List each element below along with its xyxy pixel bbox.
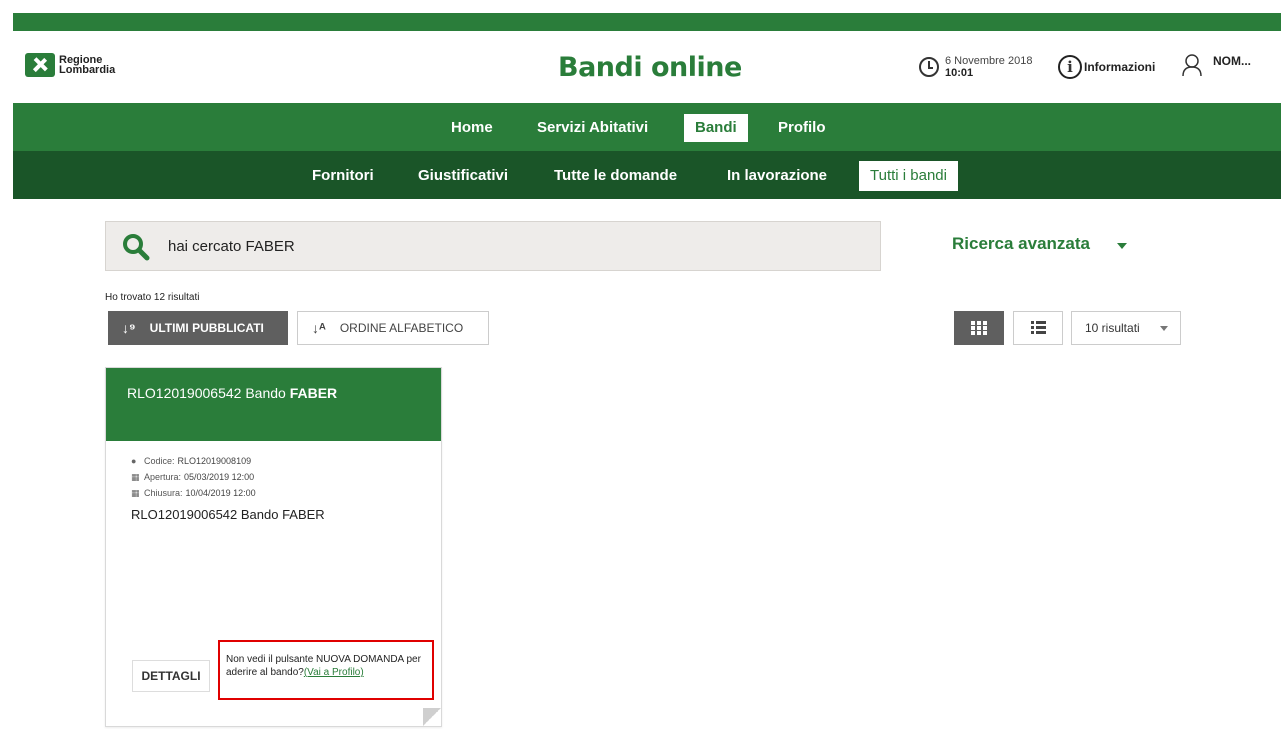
code-label: Codice: bbox=[144, 456, 175, 466]
grid-view-button[interactable] bbox=[954, 311, 1004, 345]
info-label: Informazioni bbox=[1084, 60, 1156, 74]
top-accent-bar bbox=[13, 13, 1281, 31]
calendar-icon: ▦ bbox=[131, 472, 140, 482]
advanced-search-toggle[interactable]: Ricerca avanzata bbox=[952, 234, 1090, 254]
header: Regione Lombardia Bandi online 6 Novembr… bbox=[13, 31, 1281, 103]
logo-text-line2: Lombardia bbox=[59, 64, 116, 76]
sort-numeric-icon: ↓⁹ bbox=[122, 320, 136, 336]
sub-nav: Fornitori Giustificativi Tutte le domand… bbox=[13, 151, 1281, 199]
card-code: ● Codice: RLO12019008109 bbox=[131, 453, 441, 469]
user-name: NOM... bbox=[1213, 54, 1251, 68]
info-icon: i bbox=[1058, 55, 1082, 79]
tag-icon: ● bbox=[131, 456, 137, 466]
sort-alphabetical-button[interactable]: ↓ᴬ ORDINE ALFABETICO bbox=[297, 311, 489, 345]
sort-latest-button[interactable]: ↓⁹ ULTIMI PUBBLICATI bbox=[108, 311, 288, 345]
app-title: Bandi online bbox=[558, 52, 742, 83]
date-time: 6 Novembre 2018 10:01 bbox=[919, 55, 1032, 79]
list-icon bbox=[1031, 321, 1046, 334]
page-fold-decoration bbox=[423, 708, 441, 726]
user-menu[interactable]: NOM... bbox=[1181, 53, 1251, 77]
go-to-profile-link[interactable]: (Vai a Profilo) bbox=[304, 667, 364, 678]
card-closing: ▦ Chiusura: 10/04/2019 12:00 bbox=[131, 485, 441, 501]
sort-latest-label: ULTIMI PUBBLICATI bbox=[149, 321, 264, 335]
subnav-item-in-lavorazione[interactable]: In lavorazione bbox=[716, 161, 838, 191]
bando-card: RLO12019006542 Bando FABER ● Codice: RLO… bbox=[105, 367, 442, 727]
sort-alpha-icon: ↓ᴬ bbox=[312, 320, 326, 336]
subnav-item-tutte-le-domande[interactable]: Tutte le domande bbox=[543, 161, 688, 191]
info-button[interactable]: i Informazioni bbox=[1058, 55, 1155, 79]
search-bar[interactable]: hai cercato FABER bbox=[105, 221, 881, 271]
details-button[interactable]: DETTAGLI bbox=[132, 660, 210, 692]
results-per-page-value: 10 risultati bbox=[1085, 321, 1140, 335]
calendar-icon: ▦ bbox=[131, 488, 140, 498]
opening-value: 05/03/2019 12:00 bbox=[184, 472, 255, 482]
card-description: RLO12019006542 Bando FABER bbox=[131, 507, 325, 522]
search-icon[interactable] bbox=[122, 233, 150, 266]
results-count: Ho trovato 12 risultati bbox=[105, 292, 200, 303]
current-date: 6 Novembre 2018 bbox=[945, 55, 1033, 67]
subnav-item-fornitori[interactable]: Fornitori bbox=[301, 161, 385, 191]
grid-icon bbox=[971, 321, 987, 335]
subnav-item-tutti-i-bandi[interactable]: Tutti i bandi bbox=[859, 161, 958, 191]
nav-item-bandi[interactable]: Bandi bbox=[684, 114, 748, 142]
subnav-item-giustificativi[interactable]: Giustificativi bbox=[407, 161, 519, 191]
card-opening: ▦ Apertura: 05/03/2019 12:00 bbox=[131, 469, 441, 485]
card-title-bold: FABER bbox=[289, 385, 338, 401]
results-per-page-select[interactable]: 10 risultati bbox=[1071, 311, 1181, 345]
sort-alpha-label: ORDINE ALFABETICO bbox=[339, 321, 464, 335]
closing-value: 10/04/2019 12:00 bbox=[185, 488, 256, 498]
search-query-text: hai cercato FABER bbox=[168, 238, 295, 255]
current-time: 10:01 bbox=[945, 67, 974, 79]
nav-item-servizi-abitativi[interactable]: Servizi Abitativi bbox=[526, 114, 659, 142]
card-title[interactable]: RLO12019006542 Bando FABER bbox=[106, 368, 441, 441]
regione-lombardia-logo[interactable]: Regione Lombardia bbox=[25, 53, 115, 77]
card-title-prefix: RLO12019006542 Bando bbox=[127, 385, 290, 401]
nav-item-profilo[interactable]: Profilo bbox=[767, 114, 837, 142]
chevron-down-icon bbox=[1160, 326, 1168, 331]
user-icon bbox=[1181, 53, 1203, 77]
opening-label: Apertura: bbox=[144, 472, 182, 482]
caret-down-icon[interactable] bbox=[1117, 243, 1127, 249]
profile-notice: Non vedi il pulsante NUOVA DOMANDA per a… bbox=[218, 640, 434, 700]
code-value: RLO12019008109 bbox=[177, 456, 252, 466]
list-view-button[interactable] bbox=[1013, 311, 1063, 345]
logo-mark-icon bbox=[25, 53, 55, 77]
clock-icon bbox=[919, 57, 939, 77]
main-nav: Home Servizi Abitativi Bandi Profilo bbox=[13, 103, 1281, 151]
nav-item-home[interactable]: Home bbox=[440, 114, 504, 142]
closing-label: Chiusura: bbox=[144, 488, 183, 498]
